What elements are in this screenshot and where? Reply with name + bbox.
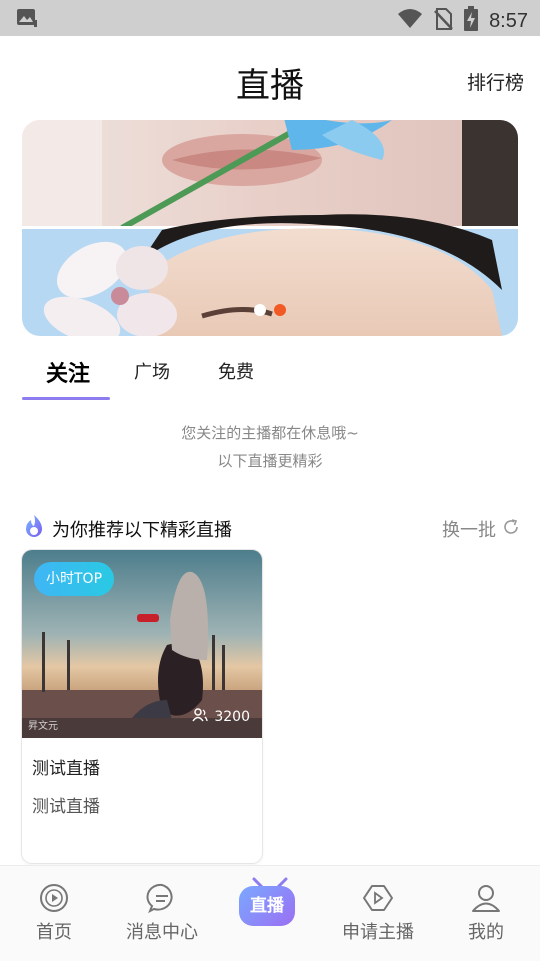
live-card[interactable]: 小时TOP 昇文元 3200 测试直播 测试直播 — [22, 550, 262, 863]
status-bar: 8:57 — [0, 0, 540, 36]
carousel-dot-active[interactable] — [274, 304, 286, 316]
refresh-icon — [502, 518, 520, 541]
nav-profile[interactable]: 我的 — [432, 866, 540, 961]
refresh-button[interactable]: 换一批 — [442, 516, 520, 542]
no-sim-icon — [433, 7, 453, 35]
bottom-nav: 首页 消息中心 直播 申请主播 我的 — [0, 865, 540, 961]
nav-profile-label: 我的 — [468, 922, 504, 943]
viewer-count: 3200 — [192, 708, 250, 726]
banner-carousel[interactable] — [22, 120, 518, 336]
viewers-icon — [192, 708, 209, 726]
home-play-icon — [38, 882, 70, 914]
refresh-label: 换一批 — [442, 520, 496, 541]
live-name: 测试直播 — [32, 759, 100, 779]
wifi-icon — [397, 8, 423, 34]
apply-anchor-icon — [362, 882, 394, 914]
carousel-dots — [22, 304, 518, 316]
watermark-logo: 昇文元 — [28, 721, 58, 732]
battery-charging-icon — [463, 6, 479, 36]
carousel-dot[interactable] — [254, 304, 266, 316]
nav-messages-label: 消息中心 — [126, 922, 198, 943]
tab-free[interactable]: 免费 — [218, 358, 254, 384]
recommend-title: 为你推荐以下精彩直播 — [52, 520, 232, 541]
empty-hint-line2: 以下直播更精彩 — [217, 452, 323, 470]
nav-home[interactable]: 首页 — [0, 866, 108, 961]
flame-icon — [22, 514, 46, 544]
tab-active-indicator — [22, 397, 110, 400]
hour-top-badge: 小时TOP — [34, 562, 115, 596]
nav-messages[interactable]: 消息中心 — [108, 866, 216, 961]
nav-live[interactable]: 直播 — [216, 866, 324, 961]
live-description: 测试直播 — [32, 797, 100, 817]
page-title: 直播 — [236, 66, 304, 106]
image-notification-icon — [16, 8, 38, 32]
nav-apply-anchor[interactable]: 申请主播 — [324, 866, 432, 961]
empty-hint-line1: 您关注的主播都在休息哦~ — [181, 424, 359, 442]
nav-apply-anchor-label: 申请主播 — [342, 922, 414, 943]
profile-icon — [470, 882, 502, 914]
recommend-header: 为你推荐以下精彩直播 换一批 — [22, 512, 520, 544]
viewer-count-value: 3200 — [214, 709, 250, 725]
nav-home-label: 首页 — [36, 922, 72, 943]
live-tv-icon: 直播 — [239, 886, 295, 926]
message-icon — [146, 882, 178, 914]
status-time: 8:57 — [489, 9, 528, 32]
live-tabs: 关注 广场 免费 — [22, 340, 518, 404]
tab-plaza[interactable]: 广场 — [134, 358, 170, 384]
tab-following[interactable]: 关注 — [46, 356, 90, 388]
live-cover-image: 小时TOP 昇文元 3200 — [22, 550, 262, 738]
ranking-button[interactable]: 排行榜 — [467, 68, 524, 95]
header: 直播 排行榜 — [0, 36, 540, 120]
